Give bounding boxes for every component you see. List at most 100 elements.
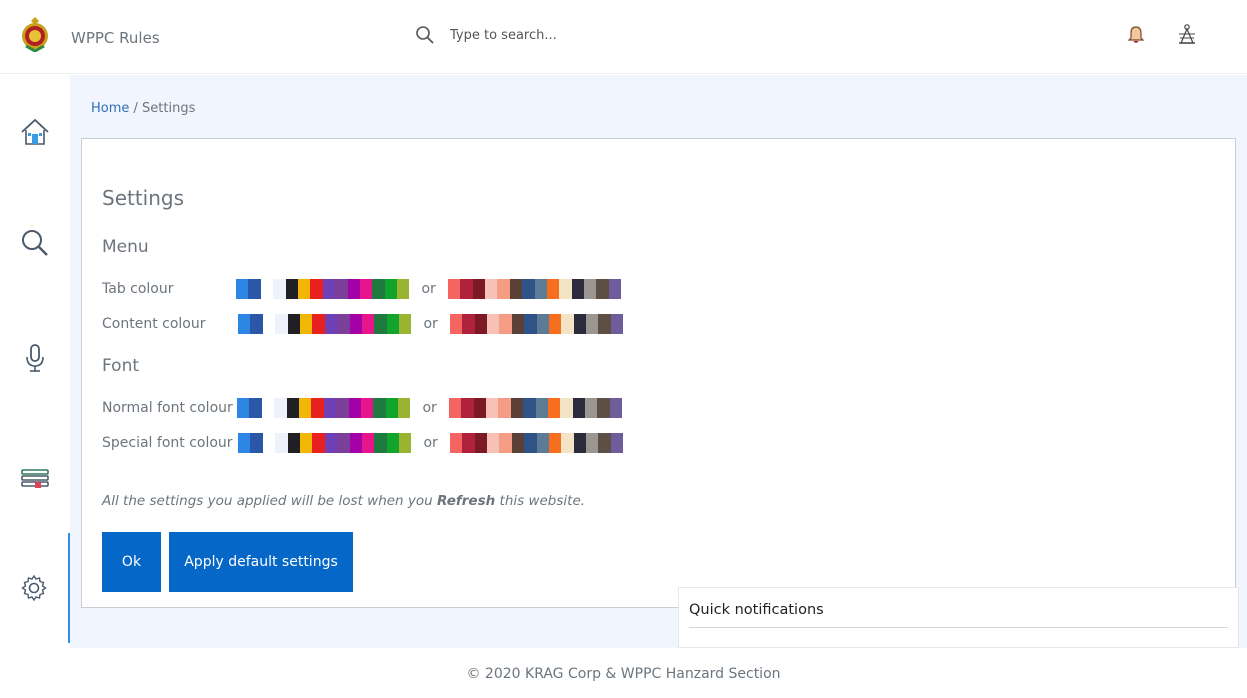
- colour-swatch[interactable]: [275, 314, 288, 334]
- colour-swatch[interactable]: [374, 314, 387, 334]
- colour-swatch[interactable]: [299, 433, 313, 453]
- colour-swatch[interactable]: [374, 433, 387, 453]
- colour-swatch[interactable]: [335, 279, 348, 299]
- colour-swatch[interactable]: [250, 433, 263, 453]
- colour-swatch[interactable]: [536, 314, 549, 334]
- colour-swatch[interactable]: [560, 398, 573, 418]
- sidebar-item-settings[interactable]: [0, 533, 70, 643]
- colour-swatch[interactable]: [484, 279, 498, 299]
- colour-swatch[interactable]: [385, 398, 399, 418]
- colour-swatch[interactable]: [597, 398, 610, 418]
- colour-swatch[interactable]: [386, 433, 400, 453]
- app-title[interactable]: WPPC Rules: [71, 29, 160, 47]
- colour-swatch[interactable]: [449, 433, 463, 453]
- colour-swatch[interactable]: [573, 314, 587, 334]
- colour-swatch[interactable]: [584, 279, 597, 299]
- colour-swatch[interactable]: [299, 314, 313, 334]
- colour-swatch[interactable]: [524, 433, 537, 453]
- ok-button[interactable]: Ok: [102, 532, 161, 592]
- sidebar-item-books[interactable]: [0, 423, 70, 533]
- colour-swatch[interactable]: [399, 314, 412, 334]
- colour-swatch[interactable]: [609, 398, 623, 418]
- colour-swatch[interactable]: [311, 398, 324, 418]
- colour-swatch[interactable]: [474, 314, 487, 334]
- colour-swatch[interactable]: [498, 398, 511, 418]
- colour-swatch[interactable]: [360, 398, 374, 418]
- colour-swatch[interactable]: [511, 314, 525, 334]
- colour-swatch[interactable]: [461, 398, 474, 418]
- colour-swatch[interactable]: [262, 314, 276, 334]
- colour-swatch[interactable]: [285, 279, 298, 299]
- colour-swatch[interactable]: [273, 279, 286, 299]
- colour-swatch[interactable]: [509, 279, 523, 299]
- apply-default-settings-button[interactable]: Apply default settings: [169, 532, 353, 592]
- colour-swatch[interactable]: [236, 279, 249, 299]
- colour-swatch[interactable]: [499, 314, 512, 334]
- colour-swatch[interactable]: [598, 433, 611, 453]
- colour-swatch[interactable]: [561, 314, 574, 334]
- search-icon[interactable]: [415, 25, 435, 45]
- colour-swatch[interactable]: [548, 314, 562, 334]
- colour-swatch[interactable]: [323, 398, 337, 418]
- colour-swatch[interactable]: [523, 398, 536, 418]
- sidebar-item-search[interactable]: [0, 188, 70, 298]
- colour-swatch[interactable]: [298, 398, 312, 418]
- colour-swatch[interactable]: [337, 433, 350, 453]
- colour-swatch[interactable]: [361, 433, 375, 453]
- sidebar-item-home[interactable]: [0, 77, 70, 187]
- colour-swatch[interactable]: [510, 398, 524, 418]
- colour-swatch[interactable]: [462, 433, 475, 453]
- colour-swatch[interactable]: [586, 314, 599, 334]
- colour-swatch[interactable]: [274, 398, 287, 418]
- colour-swatch[interactable]: [384, 279, 398, 299]
- colour-swatch[interactable]: [559, 279, 572, 299]
- colour-swatch[interactable]: [324, 433, 338, 453]
- colour-swatch[interactable]: [337, 314, 350, 334]
- breadcrumb-home-link[interactable]: Home: [91, 101, 129, 116]
- colour-swatch[interactable]: [596, 279, 609, 299]
- colour-swatch[interactable]: [448, 398, 462, 418]
- colour-swatch[interactable]: [571, 279, 585, 299]
- colour-swatch[interactable]: [610, 433, 624, 453]
- colour-swatch[interactable]: [548, 433, 562, 453]
- sidebar-item-voice[interactable]: [0, 303, 70, 413]
- colour-swatch[interactable]: [462, 314, 475, 334]
- colour-swatch[interactable]: [572, 398, 586, 418]
- colour-swatch[interactable]: [287, 433, 300, 453]
- colour-swatch[interactable]: [287, 314, 300, 334]
- colour-swatch[interactable]: [547, 398, 561, 418]
- colour-swatch[interactable]: [460, 279, 473, 299]
- colour-swatch[interactable]: [449, 314, 463, 334]
- colour-swatch[interactable]: [349, 433, 362, 453]
- colour-swatch[interactable]: [474, 433, 487, 453]
- colour-swatch[interactable]: [499, 433, 512, 453]
- colour-swatch[interactable]: [522, 279, 535, 299]
- colour-swatch[interactable]: [262, 433, 276, 453]
- colour-swatch[interactable]: [249, 398, 262, 418]
- colour-swatch[interactable]: [598, 314, 611, 334]
- colour-swatch[interactable]: [359, 279, 373, 299]
- colour-swatch[interactable]: [348, 398, 361, 418]
- colour-swatch[interactable]: [397, 279, 410, 299]
- colour-swatch[interactable]: [486, 314, 500, 334]
- colour-swatch[interactable]: [524, 314, 537, 334]
- colour-swatch[interactable]: [586, 433, 599, 453]
- colour-swatch[interactable]: [534, 279, 547, 299]
- colour-swatch[interactable]: [310, 279, 323, 299]
- colour-swatch[interactable]: [585, 398, 598, 418]
- emblem-logo-icon[interactable]: [20, 16, 50, 52]
- colour-swatch[interactable]: [399, 433, 412, 453]
- colour-swatch[interactable]: [322, 279, 336, 299]
- colour-swatch[interactable]: [486, 433, 500, 453]
- colour-swatch[interactable]: [447, 279, 461, 299]
- colour-swatch[interactable]: [472, 279, 485, 299]
- colour-swatch[interactable]: [324, 314, 338, 334]
- colour-swatch[interactable]: [349, 314, 362, 334]
- colour-swatch[interactable]: [286, 398, 299, 418]
- colour-swatch[interactable]: [275, 433, 288, 453]
- colour-swatch[interactable]: [535, 398, 548, 418]
- colour-swatch[interactable]: [373, 398, 386, 418]
- colour-swatch[interactable]: [610, 314, 624, 334]
- user-account-icon[interactable]: [1176, 23, 1198, 47]
- quick-notifications-panel[interactable]: Quick notifications: [678, 587, 1239, 648]
